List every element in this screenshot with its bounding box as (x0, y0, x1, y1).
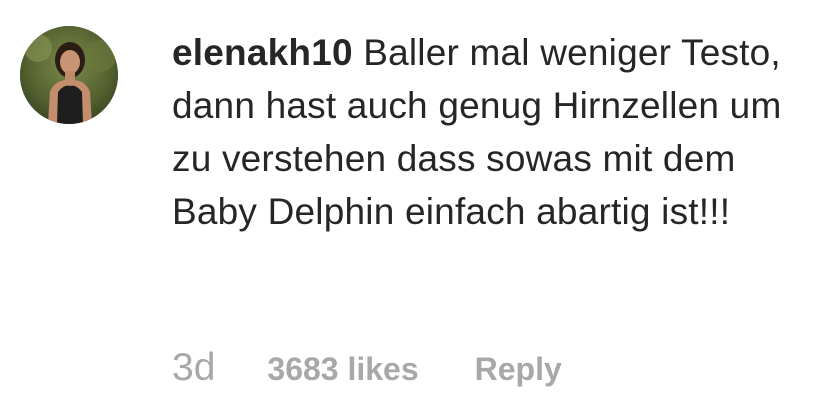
comment-meta: 3d 3683 likes Reply (172, 346, 562, 390)
comment-body: elenakh10 Baller mal weniger Testo, dann… (172, 26, 812, 238)
timestamp: 3d (172, 346, 216, 389)
username-link[interactable]: elenakh10 (172, 32, 353, 73)
avatar-photo-icon (20, 26, 118, 124)
reply-button[interactable]: Reply (475, 351, 562, 388)
comment: elenakh10 Baller mal weniger Testo, dann… (0, 0, 825, 400)
likes-count[interactable]: 3683 likes (267, 351, 418, 388)
user-avatar[interactable] (20, 26, 118, 124)
